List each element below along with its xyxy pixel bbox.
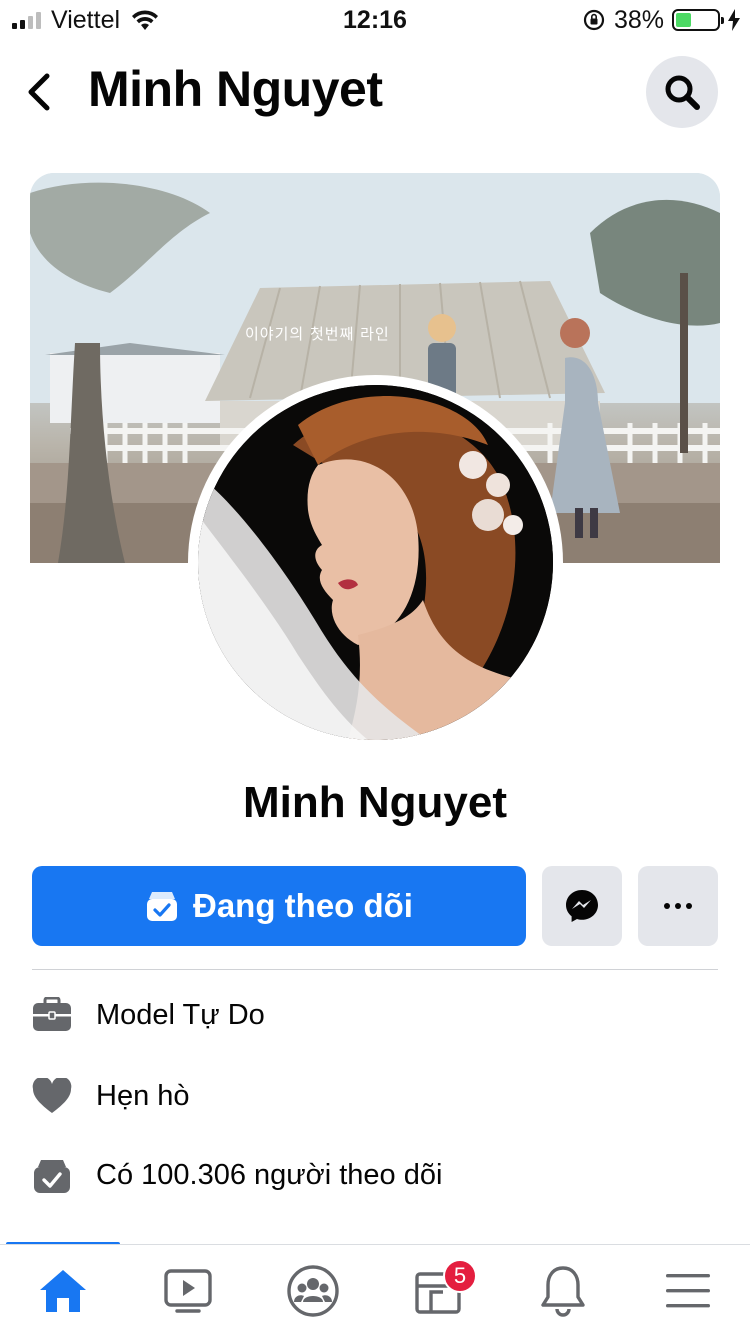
- status-bar: Viettel 12:16 38%: [0, 0, 750, 40]
- home-icon: [39, 1270, 86, 1312]
- battery-icon: [672, 9, 724, 31]
- back-button[interactable]: [16, 70, 60, 114]
- divider: [32, 969, 718, 970]
- tab-groups[interactable]: [250, 1259, 375, 1323]
- info-item-relationship: Hẹn hò: [32, 1066, 718, 1126]
- tab-pages[interactable]: 5: [375, 1259, 500, 1323]
- info-item-followers[interactable]: Có 100.306 người theo dõi: [32, 1145, 718, 1205]
- chevron-left-icon: [28, 73, 50, 111]
- following-button[interactable]: Đang theo dõi: [32, 866, 526, 946]
- info-item-work: Model Tự Do: [32, 985, 718, 1045]
- hamburger-menu-icon: [665, 1274, 710, 1308]
- following-check-icon: [147, 892, 177, 921]
- pages-notification-badge: 5: [443, 1259, 477, 1293]
- profile-picture-frame: [188, 375, 563, 750]
- bottom-tab-bar: 5: [0, 1244, 750, 1334]
- info-item-label: Model Tự Do: [96, 998, 265, 1031]
- following-button-label: Đang theo dõi: [193, 887, 413, 924]
- battery-level-fill: [676, 13, 692, 27]
- video-play-icon: [163, 1269, 212, 1313]
- tab-menu[interactable]: [625, 1259, 750, 1323]
- more-dots-icon: [664, 903, 692, 909]
- bell-icon: [540, 1266, 585, 1317]
- battery-percent: 38%: [613, 5, 664, 34]
- messenger-icon: [566, 890, 598, 922]
- profile-picture[interactable]: [198, 385, 553, 740]
- profile-name: Minh Nguyet: [243, 778, 507, 827]
- page-title: Minh Nguyet: [88, 61, 383, 117]
- rotation-lock-icon: [583, 9, 605, 31]
- info-item-label: Có 100.306 người theo dõi: [96, 1158, 443, 1191]
- charging-bolt-icon: [728, 9, 740, 31]
- tab-watch[interactable]: [125, 1259, 250, 1323]
- search-icon: [665, 75, 700, 110]
- tab-notifications[interactable]: [500, 1259, 625, 1323]
- profile-portrait-illustration: [198, 385, 553, 740]
- info-item-label: Hẹn hò: [96, 1079, 190, 1112]
- briefcase-icon: [32, 995, 72, 1035]
- status-right: 38%: [582, 6, 740, 34]
- heart-icon: [32, 1076, 72, 1116]
- more-options-button[interactable]: [638, 866, 718, 946]
- profile-header: Minh Nguyet: [0, 50, 750, 140]
- messenger-button[interactable]: [542, 866, 622, 946]
- tab-home[interactable]: [0, 1259, 125, 1323]
- groups-icon: [286, 1265, 339, 1317]
- search-button[interactable]: [646, 56, 718, 128]
- followers-check-icon: [32, 1155, 72, 1195]
- cover-overlay-text: 이야기의 첫번째 라인: [245, 325, 390, 343]
